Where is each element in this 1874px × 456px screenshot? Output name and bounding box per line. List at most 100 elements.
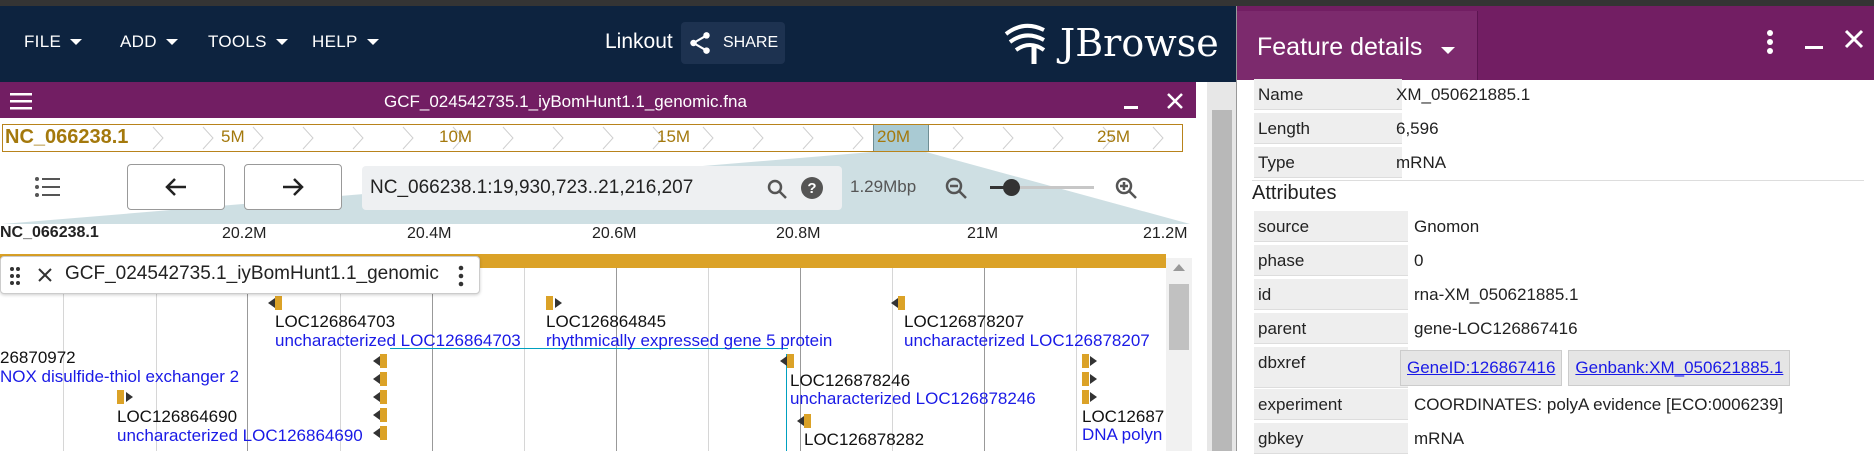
ruler-tick: 21.2M — [1143, 225, 1188, 242]
ruler-tick: 20.2M — [222, 225, 267, 242]
divider — [1252, 180, 1864, 181]
overview-tick: 10M — [439, 127, 473, 146]
tools-menu-button[interactable]: TOOLS — [208, 32, 288, 52]
attribute-row: dbxref GeneID:126867416 Genbank:XM_050621… — [1250, 347, 1870, 389]
chevron-down-icon — [165, 39, 178, 45]
attribute-value: COORDINATES: polyA evidence [ECO:0006239… — [1414, 395, 1784, 414]
track-scrollbar-thumb[interactable] — [1169, 284, 1189, 350]
add-menu-button[interactable]: ADD — [120, 32, 178, 52]
app-bar: FILE ADD TOOLS HELP Linkout SHARE JBrows… — [0, 6, 1236, 82]
attribute-row: parent gene-LOC126867416 — [1250, 313, 1870, 346]
drag-handle-icon[interactable] — [9, 266, 21, 286]
add-menu-label: ADD — [120, 32, 157, 51]
arrow-left-icon — [165, 178, 186, 196]
pan-left-button[interactable] — [127, 164, 225, 210]
feature-name: LOC126878207 — [904, 312, 1025, 331]
ruler-tick: 20.8M — [776, 225, 821, 242]
attributes-heading: Attributes — [1252, 182, 1337, 204]
detail-value: mRNA — [1396, 153, 1447, 172]
overview-scalebar[interactable]: NC_066238.1 5M 10M 15M 20M 25M — [2, 124, 1183, 152]
file-menu-button[interactable]: FILE — [24, 32, 83, 52]
hamburger-menu-icon[interactable] — [10, 92, 32, 115]
location-search-input[interactable]: NC_066238.1:19,930,723..21,216,207 ? — [362, 166, 842, 210]
feature-details-dropdown[interactable]: Feature details — [1237, 11, 1478, 80]
help-icon[interactable]: ? — [800, 176, 824, 200]
attribute-row: id rna-XM_050621885.1 — [1250, 279, 1870, 312]
feature-name: LOC126878282 — [804, 430, 925, 449]
share-icon — [690, 32, 710, 54]
attribute-key: source — [1254, 211, 1408, 242]
close-icon[interactable] — [1166, 92, 1184, 115]
feature-name: LOC126864703 — [275, 312, 396, 331]
attribute-key: id — [1254, 279, 1408, 310]
attribute-key: phase — [1254, 245, 1408, 276]
help-menu-button[interactable]: HELP — [312, 32, 379, 52]
close-track-icon[interactable] — [37, 267, 53, 283]
attribute-key: gbkey — [1254, 423, 1408, 454]
detail-key: Length — [1254, 113, 1402, 144]
feature-description: uncharacterized LOC126864703 — [275, 331, 521, 350]
detail-key: Name — [1254, 79, 1402, 110]
share-label: SHARE — [723, 34, 779, 51]
attribute-key: parent — [1254, 313, 1408, 344]
zoom-out-icon[interactable] — [944, 176, 968, 200]
minimize-icon[interactable] — [1805, 46, 1823, 49]
jbrowse-logo-text: JBrowse — [1060, 21, 1219, 65]
overview-chevrons — [152, 126, 1164, 150]
search-icon[interactable] — [766, 178, 788, 200]
svg-text:?: ? — [807, 180, 816, 197]
attribute-row: phase 0 — [1250, 245, 1870, 278]
track-selector-icon[interactable] — [34, 176, 60, 203]
attribute-value: mRNA — [1414, 429, 1465, 448]
main-scrollbar-thumb[interactable] — [1212, 110, 1232, 451]
overview-tick: 25M — [1097, 127, 1131, 146]
ruler-tick: 21M — [967, 225, 999, 242]
feature-description: rhythmically expressed gene 5 protein — [546, 331, 833, 350]
detail-row-name: Name XM_050621885.1 — [1250, 79, 1870, 112]
attribute-value: Gnomon — [1414, 217, 1480, 236]
scroll-up-icon[interactable] — [1173, 264, 1185, 271]
jbrowse-logo: JBrowse — [1000, 20, 1219, 66]
detail-value: XM_050621885.1 — [1396, 85, 1531, 104]
chevron-down-icon — [275, 39, 288, 45]
track-label: GCF_024542735.1_iyBomHunt1.1_genomic — [0, 256, 480, 294]
track-menu-icon[interactable] — [457, 265, 465, 287]
feature-details-header: Feature details — [1237, 6, 1874, 80]
zoom-in-icon[interactable] — [1114, 176, 1138, 200]
attribute-key: experiment — [1254, 389, 1408, 420]
tools-menu-label: TOOLS — [208, 32, 267, 51]
feature-stack[interactable] — [1082, 354, 1102, 404]
feature-name: LOC126878246 — [790, 371, 911, 390]
attribute-value: gene-LOC126867416 — [1414, 319, 1578, 338]
dbxref-link[interactable]: GeneID:126867416 — [1400, 350, 1563, 386]
overview-refname: NC_066238.1 — [5, 126, 129, 148]
minimize-icon[interactable] — [1124, 106, 1138, 109]
ruler-tick: 20.4M — [407, 225, 452, 242]
location-text: NC_066238.1:19,930,723..21,216,207 — [370, 177, 694, 198]
more-vert-icon[interactable] — [1765, 28, 1775, 61]
feature-description: uncharacterized LOC126864690 — [117, 426, 363, 445]
attribute-row: gbkey mRNA — [1250, 423, 1870, 456]
ruler-refname: NC_066238.1 — [0, 224, 99, 241]
linkout-label: Linkout — [605, 30, 673, 53]
pan-right-button[interactable] — [244, 164, 342, 210]
feature-description: uncharacterized LOC126878207 — [904, 331, 1150, 350]
overview-tick: 20M — [877, 127, 911, 146]
feature-description: uncharacterized LOC126878246 — [790, 389, 1036, 408]
dbxref-link[interactable]: Genbank:XM_050621885.1 — [1568, 350, 1791, 386]
feature-stack[interactable] — [373, 354, 387, 451]
close-icon[interactable] — [1843, 28, 1865, 55]
share-button[interactable]: SHARE — [681, 22, 785, 64]
chevron-down-icon — [70, 39, 83, 45]
detail-row-type: Type mRNA — [1250, 147, 1870, 180]
detail-value: 6,596 — [1396, 119, 1439, 138]
view-title: GCF_024542735.1_iyBomHunt1.1_genomic.fna — [384, 92, 747, 111]
zoom-slider-thumb[interactable] — [1003, 179, 1020, 196]
arrow-right-icon — [283, 178, 304, 196]
feature-name: LOC12687 — [1082, 407, 1165, 426]
overview-tick: 15M — [657, 127, 691, 146]
overview-tick: 5M — [221, 127, 245, 146]
chevron-down-icon — [1441, 47, 1455, 54]
jbrowse-logo-icon — [1004, 23, 1046, 64]
detail-row-length: Length 6,596 — [1250, 113, 1870, 146]
